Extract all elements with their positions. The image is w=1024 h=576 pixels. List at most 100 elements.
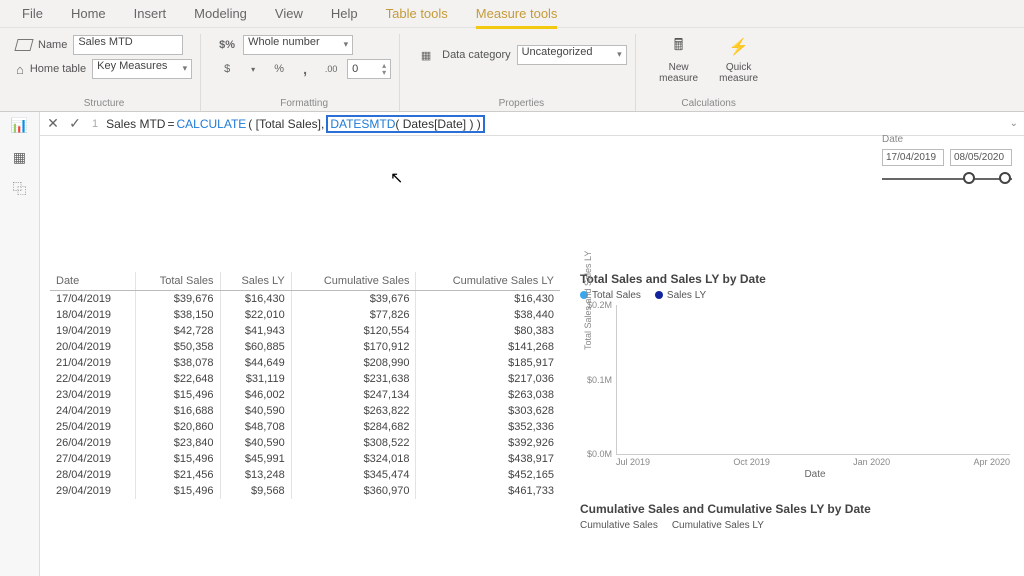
chart1-xtick-1: Oct 2019 xyxy=(733,457,770,467)
slider-handle-end[interactable] xyxy=(999,172,1011,184)
table-cell: $392,926 xyxy=(416,435,560,451)
model-view-icon[interactable]: ⿻ xyxy=(9,180,31,198)
slicer-title: Date xyxy=(882,134,1012,145)
table-cell: $15,496 xyxy=(136,387,221,403)
data-view-icon[interactable]: ▦ xyxy=(9,148,31,166)
chart-visual-1[interactable]: Total Sales and Sales LY by Date Total S… xyxy=(580,272,1014,531)
formula-expand-icon[interactable]: ⌄ xyxy=(1010,118,1018,129)
decimals-value: 0 xyxy=(352,63,358,75)
table-cell: $170,912 xyxy=(291,339,416,355)
measure-name-input[interactable]: Sales MTD xyxy=(73,35,183,55)
table-row[interactable]: 21/04/2019$38,078$44,649$208,990$185,917 xyxy=(50,355,560,371)
col-sales-ly[interactable]: Sales LY xyxy=(220,272,291,291)
quick-measure-button[interactable]: ⚡ Quick measure xyxy=(712,34,766,84)
currency-dropdown[interactable]: ▾ xyxy=(243,59,263,79)
percent-button[interactable]: % xyxy=(269,59,289,79)
group-label-structure: Structure xyxy=(16,98,192,109)
new-measure-button[interactable]: 🖩 New measure xyxy=(652,34,706,84)
report-view-icon[interactable]: 📊 xyxy=(9,116,31,134)
col-cum-sales-ly[interactable]: Cumulative Sales LY xyxy=(416,272,560,291)
col-cum-sales[interactable]: Cumulative Sales xyxy=(291,272,416,291)
table-row[interactable]: 22/04/2019$22,648$31,119$231,638$217,036 xyxy=(50,371,560,387)
group-label-calculations: Calculations xyxy=(652,98,766,109)
formula-arg1: ( [Total Sales], xyxy=(248,117,324,131)
data-category-icon: ▦ xyxy=(416,45,436,65)
col-date[interactable]: Date xyxy=(50,272,136,291)
table-cell: $308,522 xyxy=(291,435,416,451)
table-cell: $231,638 xyxy=(291,371,416,387)
chart1-bars xyxy=(617,305,1010,454)
table-cell: $40,590 xyxy=(220,403,291,419)
table-cell: $16,430 xyxy=(416,291,560,308)
chart1-xlabel: Date xyxy=(616,469,1014,480)
table-cell: 29/04/2019 xyxy=(50,483,136,499)
table-row[interactable]: 20/04/2019$50,358$60,885$170,912$141,268 xyxy=(50,339,560,355)
tab-insert[interactable]: Insert xyxy=(120,1,181,26)
tab-help[interactable]: Help xyxy=(317,1,372,26)
ribbon-group-structure: Name Sales MTD ⌂ Home table Key Measures… xyxy=(8,34,201,111)
tag-icon xyxy=(14,39,33,51)
table-cell: $16,430 xyxy=(220,291,291,308)
chart1-xticks: Jul 2019 Oct 2019 Jan 2020 Apr 2020 xyxy=(616,457,1010,467)
table-cell: 24/04/2019 xyxy=(50,403,136,419)
table-row[interactable]: 23/04/2019$15,496$46,002$247,134$263,038 xyxy=(50,387,560,403)
table-cell: $60,885 xyxy=(220,339,291,355)
tab-measure-tools[interactable]: Measure tools xyxy=(462,1,572,26)
table-row[interactable]: 18/04/2019$38,150$22,010$77,826$38,440 xyxy=(50,307,560,323)
thousands-separator-button[interactable]: , xyxy=(295,59,315,79)
slider-handle-start[interactable] xyxy=(963,172,975,184)
table-row[interactable]: 17/04/2019$39,676$16,430$39,676$16,430 xyxy=(50,291,560,308)
name-label: Name xyxy=(38,39,67,51)
ribbon: Name Sales MTD ⌂ Home table Key Measures… xyxy=(0,28,1024,112)
date-slicer[interactable]: Date 17/04/2019 08/05/2020 xyxy=(882,134,1012,180)
table-cell: 17/04/2019 xyxy=(50,291,136,308)
table-cell: 26/04/2019 xyxy=(50,435,136,451)
table-cell: 23/04/2019 xyxy=(50,387,136,403)
table-cell: $141,268 xyxy=(416,339,560,355)
table-cell: $22,648 xyxy=(136,371,221,387)
table-row[interactable]: 19/04/2019$42,728$41,943$120,554$80,383 xyxy=(50,323,560,339)
slicer-date-from[interactable]: 17/04/2019 xyxy=(882,149,944,166)
table-row[interactable]: 28/04/2019$21,456$13,248$345,474$452,165 xyxy=(50,467,560,483)
table-cell: $45,991 xyxy=(220,451,291,467)
decimals-stepper[interactable]: 0 ▴▾ xyxy=(347,59,391,79)
table-cell: $284,682 xyxy=(291,419,416,435)
table-row[interactable]: 24/04/2019$16,688$40,590$263,822$303,628 xyxy=(50,403,560,419)
slicer-slider[interactable] xyxy=(882,178,1012,180)
formula-cancel-button[interactable]: ✕ xyxy=(42,115,64,132)
table-cell: 18/04/2019 xyxy=(50,307,136,323)
tab-home[interactable]: Home xyxy=(57,1,120,26)
table-cell: $39,676 xyxy=(291,291,416,308)
table-cell: $247,134 xyxy=(291,387,416,403)
table-cell: $20,860 xyxy=(136,419,221,435)
table-cell: 19/04/2019 xyxy=(50,323,136,339)
table-row[interactable]: 25/04/2019$20,860$48,708$284,682$352,336 xyxy=(50,419,560,435)
table-row[interactable]: 27/04/2019$15,496$45,991$324,018$438,917 xyxy=(50,451,560,467)
formula-commit-button[interactable]: ✓ xyxy=(64,115,86,132)
tab-modeling[interactable]: Modeling xyxy=(180,1,261,26)
data-category-select[interactable]: Uncategorized xyxy=(517,45,627,65)
table-row[interactable]: 26/04/2019$23,840$40,590$308,522$392,926 xyxy=(50,435,560,451)
formula-bar-row: ✕ ✓ 1 Sales MTD = CALCULATE ( [Total Sal… xyxy=(40,112,1024,136)
col-total-sales[interactable]: Total Sales xyxy=(136,272,221,291)
table-cell: $263,822 xyxy=(291,403,416,419)
currency-button[interactable]: $ xyxy=(217,59,237,79)
slicer-date-to[interactable]: 08/05/2020 xyxy=(950,149,1012,166)
tab-view[interactable]: View xyxy=(261,1,317,26)
formula-bar[interactable]: 1 Sales MTD = CALCULATE ( [Total Sales],… xyxy=(86,115,1024,133)
data-category-label: Data category xyxy=(442,49,510,61)
formula-arg2: ( Dates[Date] ) ) xyxy=(395,117,480,131)
format-select[interactable]: Whole number xyxy=(243,35,353,55)
table-cell: 25/04/2019 xyxy=(50,419,136,435)
ribbon-group-formatting: $% Whole number $ ▾ % , .00 0 ▴▾ Formatt… xyxy=(209,34,400,111)
tab-table-tools[interactable]: Table tools xyxy=(372,1,462,26)
table-visual[interactable]: Date Total Sales Sales LY Cumulative Sal… xyxy=(50,272,560,537)
table-cell: 21/04/2019 xyxy=(50,355,136,371)
table-cell: 27/04/2019 xyxy=(50,451,136,467)
table-row[interactable]: 29/04/2019$15,496$9,568$360,970$461,733 xyxy=(50,483,560,499)
table-cell: $21,456 xyxy=(136,467,221,483)
new-measure-label: New measure xyxy=(652,62,706,84)
table-cell: 20/04/2019 xyxy=(50,339,136,355)
home-table-select[interactable]: Key Measures xyxy=(92,59,192,79)
tab-file[interactable]: File xyxy=(8,1,57,26)
